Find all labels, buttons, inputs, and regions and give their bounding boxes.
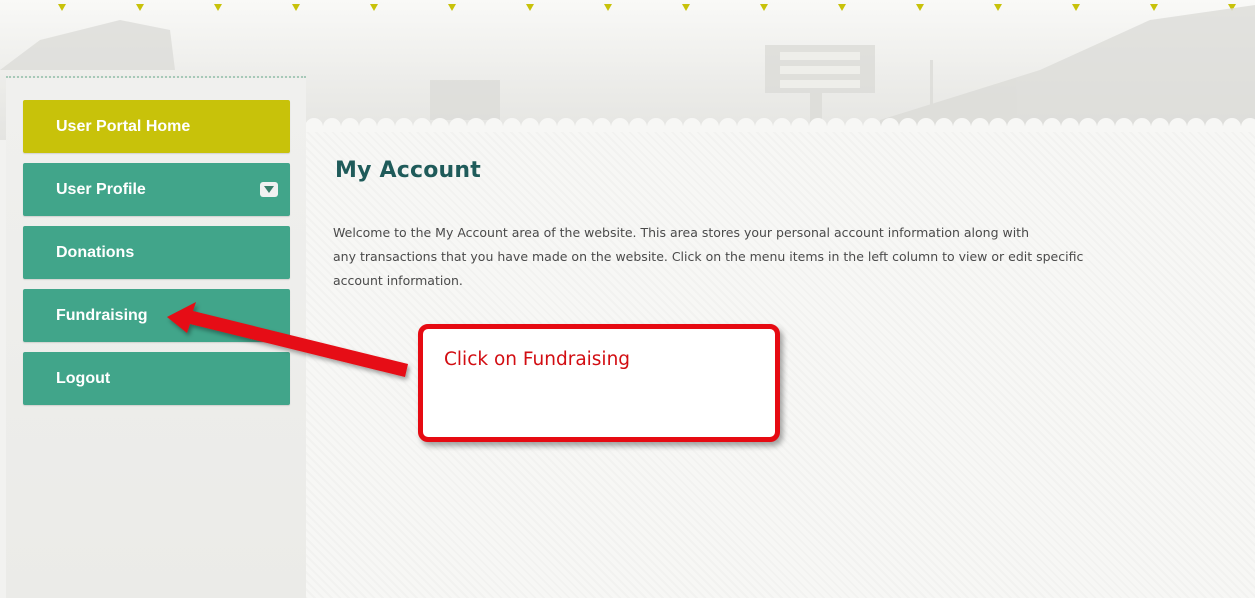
nav-fundraising[interactable]: Fundraising (23, 289, 290, 342)
annotation-callout: Click on Fundraising (418, 324, 780, 442)
nav-logout[interactable]: Logout (23, 352, 290, 405)
nav-label: Logout (56, 369, 111, 387)
scalloped-edge (305, 118, 1255, 132)
intro-line: Welcome to the My Account area of the we… (333, 225, 1030, 240)
sidebar-nav: User Portal Home User Profile Donations … (23, 100, 290, 415)
nav-label: User Portal Home (56, 117, 191, 135)
nav-donations[interactable]: Donations (23, 226, 290, 279)
nav-label: User Profile (56, 180, 146, 198)
nav-label: Fundraising (56, 306, 148, 324)
nav-user-profile[interactable]: User Profile (23, 163, 290, 216)
nav-label: Donations (56, 243, 135, 261)
nav-user-portal-home[interactable]: User Portal Home (23, 100, 290, 153)
callout-text: Click on Fundraising (444, 349, 631, 370)
intro-line: account information. (333, 273, 463, 288)
dropdown-toggle-icon[interactable] (260, 182, 278, 197)
intro-line: any transactions that you have made on t… (333, 249, 1084, 264)
page-title: My Account (335, 158, 481, 183)
intro-paragraph: Welcome to the My Account area of the we… (333, 221, 1183, 293)
